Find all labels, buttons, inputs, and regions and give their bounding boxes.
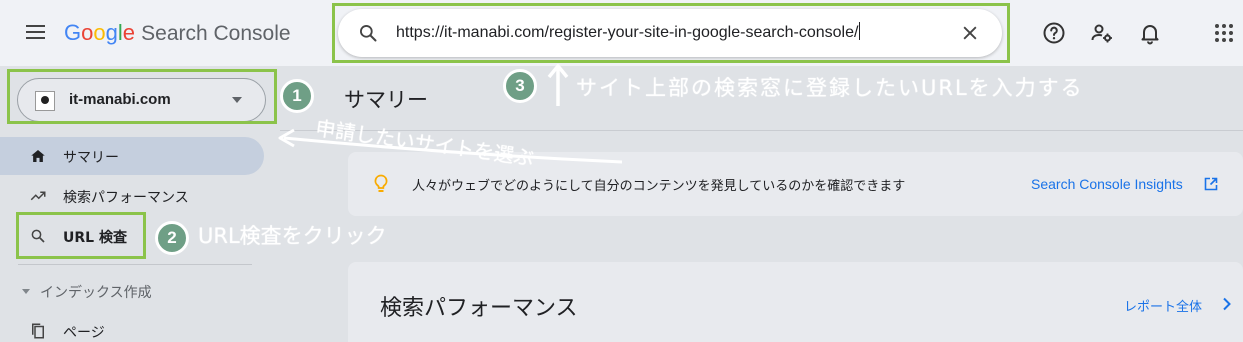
logo-letter: e bbox=[122, 20, 136, 45]
logo-letter: g bbox=[105, 20, 118, 45]
logo-letter: o bbox=[93, 20, 106, 45]
sidebar-section-indexing[interactable]: インデックス作成 bbox=[40, 282, 152, 302]
sidebar-item-label: ページ bbox=[63, 325, 105, 341]
arrow-up-icon bbox=[547, 64, 569, 106]
highlight-property-selector bbox=[7, 69, 277, 124]
sidebar-item-pages[interactable]: ページ bbox=[0, 312, 264, 342]
sidebar-item-search-performance[interactable]: 検索パフォーマンス bbox=[0, 177, 264, 215]
home-icon bbox=[31, 150, 45, 162]
step-2-text: URL検査をクリック bbox=[198, 224, 387, 248]
step-1-badge: 1 bbox=[280, 79, 314, 113]
trending-icon bbox=[30, 191, 46, 201]
chevron-down-icon[interactable] bbox=[22, 289, 30, 294]
step-3-text: サイト上部の検索窓に登録したいURLを入力する bbox=[576, 76, 1084, 100]
sidebar-item-label: サマリー bbox=[63, 150, 119, 166]
step-3-badge: 3 bbox=[503, 69, 537, 103]
logo-letter: o bbox=[81, 20, 94, 45]
chevron-right-icon[interactable] bbox=[1222, 297, 1232, 311]
highlight-url-inspection bbox=[16, 212, 146, 259]
sidebar-item-label: 検索パフォーマンス bbox=[63, 190, 189, 206]
external-link-icon[interactable] bbox=[1204, 177, 1218, 191]
apps-grid-icon[interactable] bbox=[1212, 21, 1236, 45]
help-icon[interactable] bbox=[1042, 21, 1066, 45]
page-title: サマリー bbox=[344, 88, 428, 112]
sidebar-item-summary[interactable]: サマリー bbox=[0, 137, 264, 175]
step-2-badge: 2 bbox=[155, 221, 189, 255]
highlight-search-box bbox=[332, 3, 1010, 63]
full-report-link[interactable]: レポート全体 bbox=[1124, 296, 1202, 315]
app-logo[interactable]: Google Search Console bbox=[64, 20, 291, 46]
person-settings-icon[interactable] bbox=[1090, 21, 1114, 45]
performance-card: 検索パフォーマンス レポート全体 bbox=[348, 262, 1243, 342]
bell-icon[interactable] bbox=[1138, 21, 1162, 45]
insights-link[interactable]: Search Console Insights bbox=[1031, 176, 1183, 192]
sidebar-divider bbox=[18, 264, 252, 265]
pages-icon bbox=[32, 323, 44, 339]
performance-card-title: 検索パフォーマンス bbox=[380, 296, 578, 321]
logo-product-name: Search Console bbox=[141, 22, 291, 45]
hamburger-icon[interactable] bbox=[26, 25, 45, 39]
logo-letter: G bbox=[64, 20, 82, 45]
